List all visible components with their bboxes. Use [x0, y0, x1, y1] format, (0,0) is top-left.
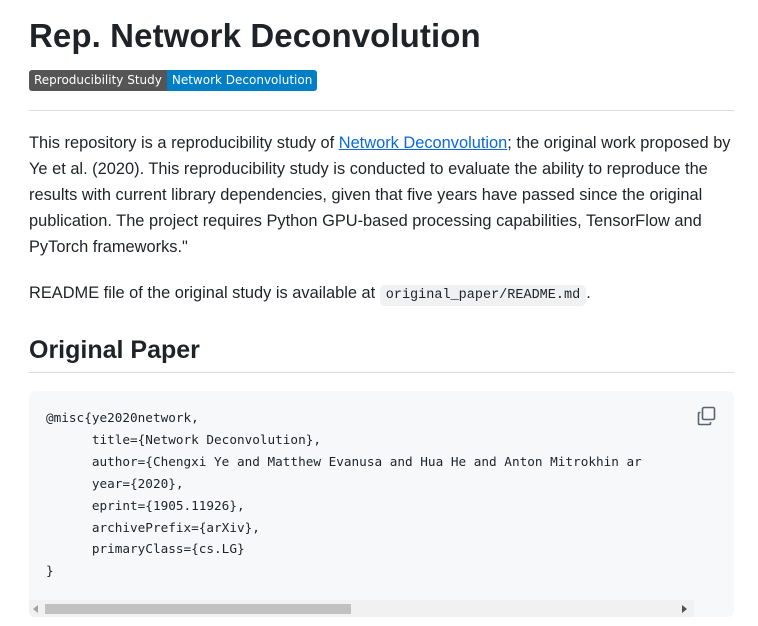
code-line: } — [46, 563, 54, 579]
horizontal-scrollbar[interactable] — [29, 600, 694, 617]
bibtex-code: @misc{ye2020network, title={Network Deco… — [46, 407, 686, 582]
readme-paragraph: README file of the original study is ava… — [29, 280, 734, 309]
readme-path-code: original_paper/README.md — [379, 285, 587, 306]
network-deconvolution-link[interactable]: Network Deconvolution — [339, 134, 508, 152]
section-divider — [29, 372, 734, 373]
code-line: title={Network Deconvolution}, — [46, 431, 321, 447]
badge-label: Reproducibility Study — [29, 70, 167, 91]
readme-text: README file of the original study is ava… — [29, 284, 380, 302]
scrollbar-thumb[interactable] — [45, 604, 351, 614]
section-heading-original-paper: Original Paper — [29, 336, 200, 364]
title-divider — [29, 110, 734, 111]
badge-group[interactable]: Reproducibility Study Network Deconvolut… — [29, 70, 318, 91]
copy-icon — [697, 406, 716, 426]
scroll-left-icon[interactable] — [33, 605, 38, 613]
code-line: eprint={1905.11926}, — [46, 497, 245, 513]
readme-suffix: . — [586, 284, 591, 302]
intro-text-end: ; the original work proposed by Ye et al… — [29, 134, 731, 256]
scroll-right-icon[interactable] — [682, 605, 687, 613]
bibtex-code-block: @misc{ye2020network, title={Network Deco… — [29, 391, 734, 617]
code-line: archivePrefix={arXiv}, — [46, 519, 260, 535]
badge-value: Network Deconvolution — [166, 70, 318, 91]
intro-text-start: This repository is a reproducibility stu… — [29, 134, 339, 152]
code-line: year={2020}, — [46, 475, 184, 491]
code-line: author={Chengxi Ye and Matthew Evanusa a… — [46, 453, 642, 469]
code-line: primaryClass={cs.LG} — [46, 541, 245, 557]
code-line: @misc{ye2020network, — [46, 410, 199, 425]
page-title: Rep. Network Deconvolution — [29, 17, 481, 54]
copy-button[interactable] — [696, 405, 718, 427]
intro-paragraph: This repository is a reproducibility stu… — [29, 130, 734, 260]
